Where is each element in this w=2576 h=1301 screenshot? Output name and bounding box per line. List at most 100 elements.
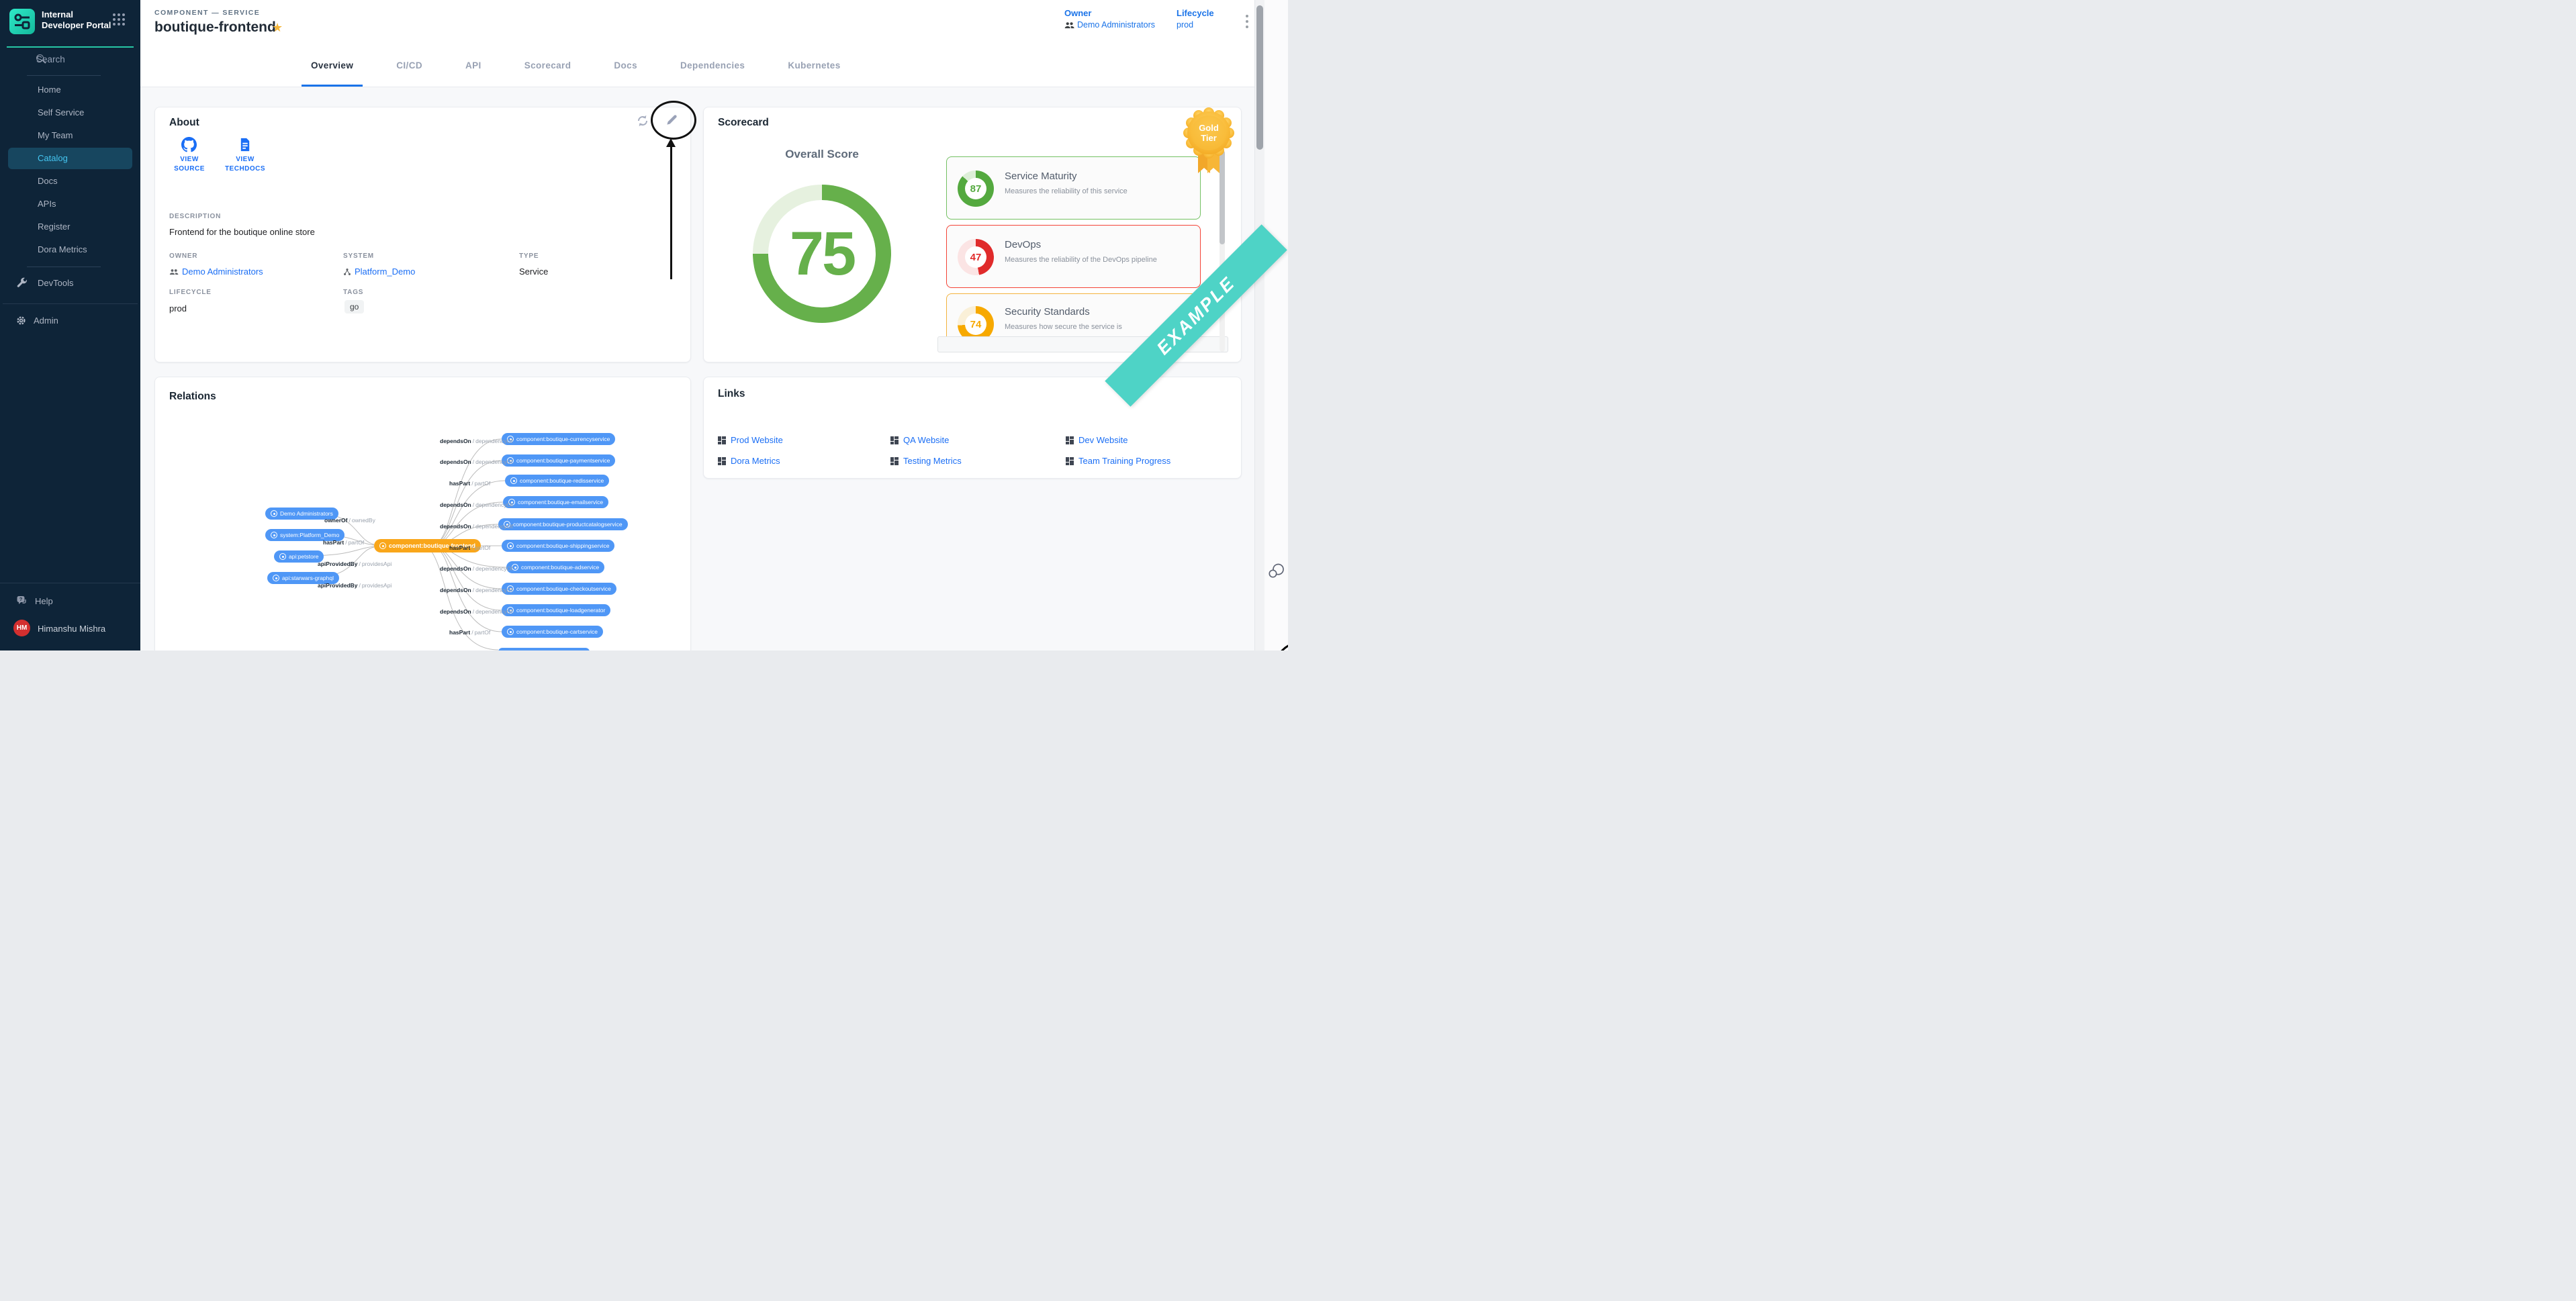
refresh-icon[interactable] — [635, 113, 650, 128]
relation-node-emailservice[interactable]: component:boutique-emailservice — [503, 496, 608, 508]
sidebar-item-help[interactable]: ? Help — [0, 591, 140, 612]
metric-devops[interactable]: 47 DevOps Measures the reliability of th… — [946, 225, 1201, 288]
internal-developer-portal: Internal Developer Portal Search Home Se… — [0, 0, 1288, 650]
edge-label: dependsOn/dependencyOf — [440, 501, 512, 508]
system-icon — [343, 268, 351, 276]
svg-text:Gold: Gold — [1199, 123, 1219, 133]
relation-node-checkoutservice[interactable]: component:boutique-checkoutservice — [502, 583, 616, 595]
edge-label: dependsOn/dependencyOf — [440, 608, 512, 615]
scrollbar-thumb[interactable] — [1256, 5, 1263, 150]
component-icon — [512, 564, 518, 571]
sidebar-user[interactable]: HM Himanshu Mishra — [0, 620, 140, 640]
metric-desc: Measures the reliability of this service — [1005, 187, 1128, 195]
sidebar-item-apis[interactable]: APIs — [8, 193, 132, 215]
relation-node-productcatalogservice[interactable]: component:boutique-productcatalogservice — [498, 518, 628, 530]
owner-field-link[interactable]: Demo Administrators — [169, 267, 263, 277]
page-vertical-scrollbar[interactable] — [1254, 0, 1264, 650]
gold-tier-badge: Gold Tier — [1182, 106, 1236, 177]
overall-score-donut: 75 — [753, 185, 891, 323]
link-dev-website[interactable]: Dev Website — [1066, 435, 1128, 445]
component-icon — [379, 542, 386, 549]
right-gutter — [1264, 0, 1288, 650]
links-card: Links Prod Website QA Website Dev Websit… — [703, 377, 1242, 479]
metric-ring: 47 — [958, 239, 994, 275]
svg-text:?: ? — [19, 596, 23, 602]
lifecycle-field-value: prod — [169, 303, 187, 314]
view-source-button[interactable]: VIEW SOURCE — [177, 137, 197, 152]
chat-feedback-icon[interactable] — [1268, 563, 1285, 579]
overall-score-value: 75 — [790, 219, 854, 289]
lifecycle-value: prod — [1177, 20, 1193, 30]
link-prod-website[interactable]: Prod Website — [718, 435, 783, 445]
portal-logo-icon[interactable] — [9, 9, 35, 34]
relations-card: Relations compon — [154, 377, 691, 650]
dashboard-icon — [890, 436, 899, 444]
sidebar-item-register[interactable]: Register — [8, 216, 132, 238]
group-icon — [1064, 21, 1074, 29]
relation-node-shippingservice[interactable]: component:boutique-shippingservice — [502, 540, 614, 552]
system-icon — [271, 532, 277, 538]
lifecycle-field-label: LIFECYCLE — [169, 289, 212, 296]
link-testing-metrics[interactable]: Testing Metrics — [890, 456, 962, 466]
tab-docs[interactable]: Docs — [604, 44, 647, 87]
sidebar-item-docs[interactable]: Docs — [8, 171, 132, 192]
dashboard-icon — [718, 436, 726, 444]
metrics-vertical-scrollbar[interactable] — [1220, 150, 1225, 352]
breadcrumb: COMPONENT — SERVICE — [154, 9, 260, 17]
gear-icon — [15, 315, 27, 326]
relation-node-redisservice[interactable]: component:boutique-redisservice — [505, 475, 609, 487]
tags-field-label: TAGS — [343, 289, 363, 296]
component-icon — [507, 628, 514, 635]
api-icon — [273, 575, 279, 581]
metric-name: Service Maturity — [1005, 171, 1077, 182]
overall-score-label: Overall Score — [753, 148, 891, 161]
lifecycle-label: Lifecycle — [1177, 8, 1214, 18]
relation-node-partial[interactable] — [498, 648, 590, 650]
relation-node-adservice[interactable]: component:boutique-adservice — [506, 561, 604, 573]
relation-node-currencyservice[interactable]: component:boutique-currencyservice — [502, 433, 615, 445]
sidebar-search[interactable]: Search — [0, 52, 140, 73]
edge-label: dependsOn/dependencyOf — [440, 438, 512, 444]
more-options-icon[interactable] — [1242, 15, 1252, 30]
type-field-label: TYPE — [519, 252, 539, 260]
portal-title: Internal Developer Portal — [42, 9, 111, 32]
relation-node-cartservice[interactable]: component:boutique-cartservice — [502, 626, 603, 638]
sidebar-item-home[interactable]: Home — [8, 79, 132, 101]
tab-api[interactable]: API — [456, 44, 491, 87]
tab-cicd[interactable]: CI/CD — [387, 44, 432, 87]
metric-desc: Measures the reliability of the DevOps p… — [1005, 256, 1157, 264]
sidebar-item-catalog[interactable]: Catalog — [8, 148, 132, 169]
sidebar-item-devtools[interactable]: DevTools — [0, 273, 140, 294]
tab-scorecard[interactable]: Scorecard — [515, 44, 581, 87]
edge-label: ownerOf/ownedBy — [324, 517, 375, 524]
edge-label: dependsOn/dependencyOf — [440, 523, 512, 530]
metric-desc: Measures how secure the service is — [1005, 323, 1122, 331]
scorecard-card: Scorecard Gold Tier Overall Score — [703, 107, 1242, 363]
help-chat-icon: ? — [16, 595, 28, 607]
relation-node-loadgenerator[interactable]: component:boutique-loadgenerator — [502, 604, 610, 616]
annotation-arrow — [670, 146, 672, 279]
system-field-link[interactable]: Platform_Demo — [343, 267, 415, 277]
link-team-training-progress[interactable]: Team Training Progress — [1066, 456, 1170, 466]
tag-chip[interactable]: go — [344, 300, 364, 314]
tab-overview[interactable]: Overview — [302, 44, 363, 87]
favorite-star-icon[interactable]: ★ — [272, 21, 283, 35]
sidebar-item-dora-metrics[interactable]: Dora Metrics — [8, 239, 132, 260]
owner-link[interactable]: Demo Administrators — [1064, 20, 1155, 30]
metric-service-maturity[interactable]: 87 Service Maturity Measures the reliabi… — [946, 156, 1201, 220]
link-dora-metrics[interactable]: Dora Metrics — [718, 456, 780, 466]
apps-grid-icon[interactable] — [113, 13, 125, 26]
relation-node-api-petstore[interactable]: api:petstore — [274, 550, 324, 563]
relation-node-paymentservice[interactable]: component:boutique-paymentservice — [502, 454, 615, 467]
sidebar-item-admin[interactable]: Admin — [0, 310, 140, 332]
sidebar-item-my-team[interactable]: My Team — [8, 125, 132, 146]
tab-kubernetes[interactable]: Kubernetes — [778, 44, 849, 87]
dashboard-icon — [1066, 457, 1074, 465]
view-techdocs-button[interactable]: VIEW TECHDOCS — [233, 137, 252, 152]
link-qa-website[interactable]: QA Website — [890, 435, 949, 445]
tab-dependencies[interactable]: Dependencies — [671, 44, 754, 87]
sidebar-divider — [27, 75, 101, 76]
edge-label: hasPart/partOf — [449, 629, 490, 636]
sidebar-item-self-service[interactable]: Self Service — [8, 102, 132, 124]
entity-tabs: Overview CI/CD API Scorecard Docs Depend… — [140, 44, 1254, 87]
